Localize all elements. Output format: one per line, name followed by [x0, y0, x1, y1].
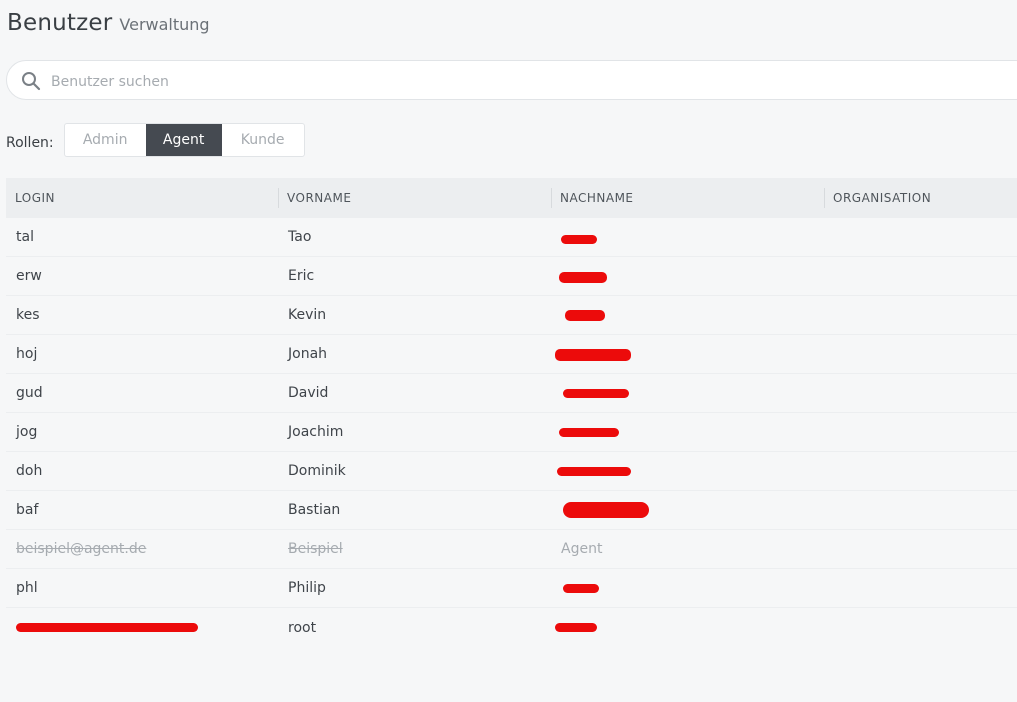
- cell-organisation: [824, 257, 1017, 295]
- table-row[interactable]: tal Tao: [6, 218, 1017, 257]
- cell-login: tal: [16, 229, 34, 245]
- table-header: LOGIN VORNAME NACHNAME ORGANISATION: [6, 178, 1017, 218]
- cell-vorname: Dominik: [288, 463, 346, 479]
- table-row[interactable]: baf Bastian: [6, 491, 1017, 530]
- cell-nachname: [551, 569, 824, 607]
- cell-login: kes: [16, 307, 40, 323]
- cell-nachname: [551, 296, 824, 334]
- table-row[interactable]: root: [6, 608, 1017, 647]
- table-row[interactable]: jog Joachim: [6, 413, 1017, 452]
- cell-vorname: Bastian: [288, 502, 341, 518]
- table-row[interactable]: doh Dominik: [6, 452, 1017, 491]
- search-input[interactable]: [49, 69, 953, 95]
- cell-vorname: root: [288, 619, 317, 636]
- cell-login: baf: [16, 502, 39, 518]
- cell-organisation: [824, 491, 1017, 529]
- column-header-organisation[interactable]: ORGANISATION: [824, 178, 1017, 218]
- cell-nachname: [551, 257, 824, 295]
- redaction-mark: [559, 272, 607, 283]
- cell-login: erw: [16, 268, 42, 284]
- search-icon: [21, 71, 41, 91]
- redaction-mark: [559, 428, 619, 437]
- column-header-login-label: LOGIN: [15, 191, 56, 205]
- cell-login: [6, 608, 278, 647]
- search-bar[interactable]: [6, 60, 1017, 100]
- user-management-page: Benutzer Verwaltung Rollen: Admin Agent …: [0, 0, 1017, 702]
- cell-nachname: [551, 452, 824, 490]
- cell-login: jog: [16, 424, 38, 440]
- cell-organisation: [824, 335, 1017, 373]
- role-kunde-button[interactable]: Kunde: [222, 124, 304, 156]
- cell-login: phl: [16, 580, 38, 596]
- cell-organisation: [824, 296, 1017, 334]
- cell-organisation: [824, 452, 1017, 490]
- column-header-login[interactable]: LOGIN: [6, 178, 278, 218]
- cell-vorname: Philip: [288, 580, 326, 596]
- cell-organisation: [824, 413, 1017, 451]
- column-header-nachname[interactable]: NACHNAME: [551, 178, 824, 218]
- column-header-nachname-label: NACHNAME: [560, 191, 634, 205]
- roles-label: Rollen:: [6, 135, 54, 151]
- table-row[interactable]: kes Kevin: [6, 296, 1017, 335]
- table-row[interactable]: gud David: [6, 374, 1017, 413]
- table-row[interactable]: hoj Jonah: [6, 335, 1017, 374]
- cell-organisation: [824, 530, 1017, 568]
- cell-vorname: Tao: [288, 229, 312, 245]
- cell-login: hoj: [16, 346, 38, 362]
- cell-login: beispiel@agent.de: [16, 541, 147, 557]
- role-admin-button[interactable]: Admin: [65, 124, 146, 156]
- page-header: Benutzer Verwaltung: [7, 10, 210, 36]
- users-table: LOGIN VORNAME NACHNAME ORGANISATION tal …: [6, 178, 1017, 647]
- cell-organisation: [824, 374, 1017, 412]
- redaction-mark: [563, 584, 599, 593]
- cell-nachname: [551, 374, 824, 412]
- redaction-mark: [16, 623, 198, 632]
- table-row[interactable]: beispiel@agent.de Beispiel Agent: [6, 530, 1017, 569]
- table-row[interactable]: erw Eric: [6, 257, 1017, 296]
- page-title: Benutzer: [7, 10, 113, 36]
- roles-filter: Rollen: Admin Agent Kunde: [6, 122, 305, 158]
- role-agent-button[interactable]: Agent: [145, 124, 222, 156]
- roles-segmented-control: Admin Agent Kunde: [63, 123, 305, 157]
- redaction-mark: [565, 310, 605, 321]
- cell-organisation: [824, 608, 1017, 647]
- cell-vorname: Joachim: [288, 424, 344, 440]
- cell-nachname: [551, 218, 824, 256]
- table-row[interactable]: phl Philip: [6, 569, 1017, 608]
- cell-nachname: [551, 413, 824, 451]
- redaction-mark: [557, 467, 631, 476]
- redaction-mark: [555, 623, 597, 632]
- cell-nachname: [551, 491, 824, 529]
- cell-vorname: Jonah: [288, 346, 328, 362]
- cell-vorname: Eric: [288, 268, 315, 284]
- cell-vorname: Kevin: [288, 307, 327, 323]
- column-header-organisation-label: ORGANISATION: [833, 191, 932, 205]
- page-subtitle: Verwaltung: [119, 15, 210, 34]
- cell-vorname: Beispiel: [288, 541, 343, 557]
- cell-nachname: [551, 608, 824, 647]
- column-header-vorname-label: VORNAME: [287, 191, 352, 205]
- cell-login: gud: [16, 385, 43, 401]
- redaction-mark: [563, 389, 629, 398]
- cell-organisation: [824, 569, 1017, 607]
- column-header-vorname[interactable]: VORNAME: [278, 178, 551, 218]
- cell-login: doh: [16, 463, 43, 479]
- cell-nachname: [551, 335, 824, 373]
- redaction-mark: [555, 349, 631, 361]
- redaction-mark: [561, 235, 597, 244]
- cell-organisation: [824, 218, 1017, 256]
- cell-vorname: David: [288, 385, 329, 401]
- redaction-mark: [563, 502, 649, 518]
- cell-nachname: Agent: [561, 541, 603, 557]
